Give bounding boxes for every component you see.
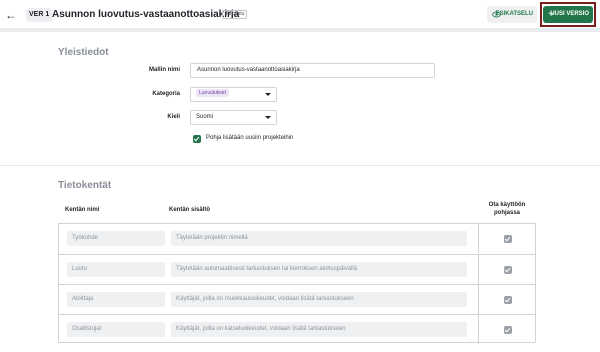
- enabled-cell: [478, 315, 535, 344]
- category-tag: Luovutukset: [196, 89, 229, 98]
- version-badge: VER 1: [26, 8, 53, 22]
- new-version-highlight: + UUSI VERSIO: [540, 2, 596, 27]
- language-select[interactable]: Suomi: [190, 110, 277, 125]
- fields-table: Työkohde Täytetään projektin nimellä Luo…: [58, 223, 536, 344]
- table-row: Osallistujat Käyttäjät, joilla on katsel…: [59, 314, 535, 344]
- category-label: Kategoria: [152, 91, 180, 97]
- enabled-checkbox[interactable]: [504, 296, 512, 304]
- chevron-down-icon: [265, 116, 271, 119]
- enabled-cell: [478, 224, 535, 253]
- back-arrow-icon[interactable]: ←: [5, 9, 17, 21]
- new-version-button-label: UUSI VERSIO: [550, 11, 589, 17]
- enabled-checkbox[interactable]: [504, 326, 512, 334]
- eye-icon: [492, 11, 501, 18]
- preview-button-label: ESIKATSELU: [495, 11, 533, 17]
- template-name-input[interactable]: Asunnon luovutus-vastaanottoasiakirja: [190, 63, 435, 78]
- field-content-cell[interactable]: Käyttäjät, joilla on katseluoikeudet, vo…: [171, 322, 467, 337]
- new-version-button[interactable]: + UUSI VERSIO: [543, 6, 593, 23]
- chevron-down-icon: [265, 93, 271, 96]
- field-content-cell[interactable]: Täytetään projektin nimellä: [171, 231, 467, 246]
- enabled-checkbox[interactable]: [504, 266, 512, 274]
- table-row: Aloittaja Käyttäjät, joilla on muokkauso…: [59, 284, 535, 314]
- field-name-cell[interactable]: Työkohde: [67, 231, 165, 246]
- auto-add-checkbox[interactable]: [193, 135, 201, 143]
- top-bar: ← VER 1 Asunnon luovutus-vastaanottoasia…: [0, 0, 600, 32]
- language-label: Kieli: [167, 114, 180, 120]
- enabled-checkbox[interactable]: [504, 235, 512, 243]
- field-name-cell[interactable]: Osallistujat: [67, 322, 165, 337]
- status-badge: Julkaistu: [222, 10, 248, 19]
- preview-button[interactable]: ESIKATSELU: [487, 6, 537, 23]
- column-header-enabled-line1: Ota käyttöön: [488, 202, 526, 208]
- category-select[interactable]: Luovutukset: [190, 87, 277, 102]
- field-content-cell[interactable]: Käyttäjät, joilla on muokkausoikeudet, v…: [171, 292, 467, 307]
- column-header-content: Kentän sisältö: [169, 207, 211, 213]
- column-header-enabled-line2: pohjassa: [493, 210, 520, 216]
- language-value: Suomi: [196, 114, 214, 120]
- section-divider: [0, 165, 600, 166]
- auto-add-label: Pohja lisätään uusiin projekteihin: [206, 135, 294, 141]
- enabled-cell: [478, 255, 535, 284]
- general-section-title: Yleistiedot: [58, 47, 109, 58]
- table-row: Luotu Täytetään automaattisesti tarkastu…: [59, 254, 535, 284]
- fields-section-title: Tietokentät: [58, 180, 112, 191]
- table-row: Työkohde Täytetään projektin nimellä: [59, 224, 535, 254]
- enabled-cell: [478, 285, 535, 314]
- plus-icon: +: [548, 9, 554, 20]
- column-header-enabled: Ota käyttöön pohjassa: [482, 202, 532, 216]
- template-name-label: Mallin nimi: [148, 67, 180, 73]
- column-header-name: Kentän nimi: [65, 207, 100, 213]
- field-name-cell[interactable]: Aloittaja: [67, 292, 165, 307]
- field-content-cell[interactable]: Täytetään automaattisesti tarkastuksen t…: [171, 262, 467, 277]
- page-title: Asunnon luovutus-vastaanottoasiakirja: [52, 9, 240, 20]
- field-name-cell[interactable]: Luotu: [67, 262, 165, 277]
